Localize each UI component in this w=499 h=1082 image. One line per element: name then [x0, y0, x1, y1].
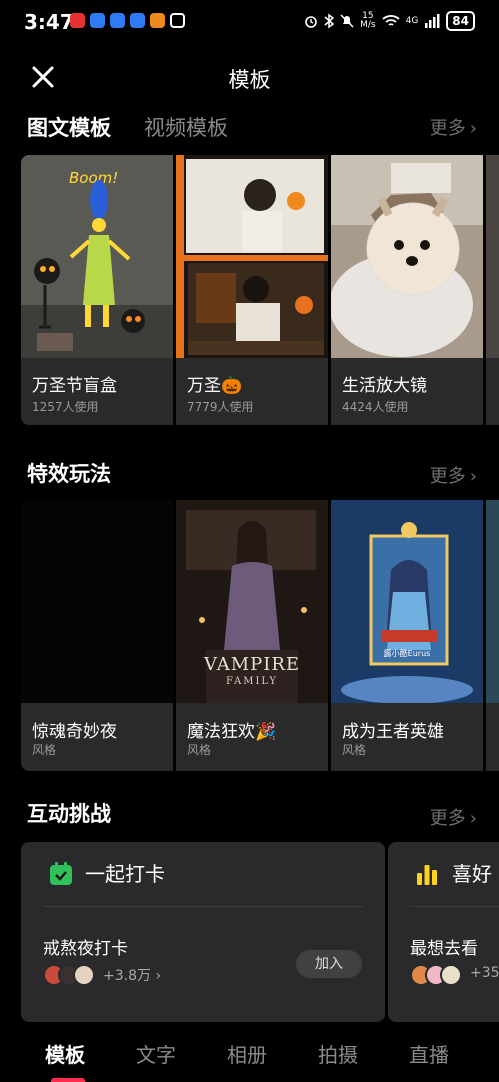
bar-chart-icon [417, 865, 437, 885]
count-value: +3.8万 [103, 968, 151, 984]
calendar-check-icon [50, 862, 72, 885]
more-label: 更多 [429, 118, 466, 139]
active-tab-indicator [51, 1078, 85, 1082]
battery-indicator: 84 [446, 11, 475, 31]
more-templates-link[interactable]: 更多 › [430, 114, 477, 140]
template-card[interactable]: Boom! 万圣节盲盒 1257人使用 [21, 155, 173, 425]
template-thumbnail [331, 155, 483, 358]
speed-unit: M/s [360, 20, 376, 30]
join-button[interactable]: 加入 [296, 950, 362, 978]
participant-count[interactable]: +3.8万 › [103, 965, 161, 985]
divider [43, 906, 363, 907]
hero-card-image [331, 500, 483, 703]
effect-tag: 风格 [187, 743, 212, 757]
effects-section-title: 特效玩法 [27, 462, 111, 486]
poster-subtitle: FAMILY [225, 676, 279, 687]
nfc-icon [170, 13, 185, 28]
app-notification-icon [90, 13, 105, 28]
more-challenges-link[interactable]: 更多 › [430, 804, 477, 830]
template-card-partial[interactable] [486, 155, 499, 425]
poster-title: VAMPIRE [203, 654, 301, 675]
tab-video-templates[interactable]: 视频模板 [144, 112, 228, 142]
nav-bar: 模板 [0, 52, 499, 102]
status-indicators: 15 M/s 4G 84 [304, 11, 475, 31]
challenge-title: 戒熬夜打卡 [43, 939, 128, 959]
halloween-figure-image: Boom! [21, 155, 173, 358]
bottom-tab-album[interactable]: 相册 [227, 1039, 267, 1068]
app-notification-icon [150, 13, 165, 28]
chevron-right-icon: › [469, 466, 477, 487]
bottom-tab-shoot[interactable]: 拍摄 [318, 1039, 358, 1068]
template-usage: 1257人使用 [32, 400, 99, 414]
template-tabs: 图文模板 视频模板 更多 › [0, 108, 499, 148]
effects-card-row: 惊魂奇妙夜 风格 VAMPIRE FAMILY 魔法狂欢🎉 风格 露小酷Euru… [21, 500, 499, 771]
effect-tag: 风格 [32, 743, 57, 757]
effect-card-partial[interactable] [486, 500, 499, 771]
template-card-row: Boom! 万圣节盲盒 1257人使用 万圣🎃 7779人使用 生活放大镜 44… [21, 155, 499, 425]
template-card[interactable]: 生活放大镜 4424人使用 [331, 155, 483, 425]
tab-image-templates[interactable]: 图文模板 [27, 112, 111, 142]
app-notification-icon [70, 13, 85, 28]
template-thumbnail [486, 155, 499, 358]
chevron-right-icon: › [469, 118, 477, 139]
challenge-category: 一起打卡 [85, 862, 165, 886]
challenge-title: 最想去看 [410, 939, 478, 959]
template-card[interactable]: 万圣🎃 7779人使用 [176, 155, 328, 425]
effect-thumbnail [21, 500, 173, 703]
app-notification-icon [110, 13, 125, 28]
effect-title: 惊魂奇妙夜 [32, 722, 117, 742]
template-thumbnail [176, 155, 328, 358]
participant-avatars [410, 964, 462, 986]
effect-tag: 风格 [342, 743, 367, 757]
challenge-card[interactable]: 一起打卡 戒熬夜打卡 +3.8万 › 加入 [21, 842, 385, 1022]
participant-avatars [43, 964, 95, 986]
effect-thumbnail: VAMPIRE FAMILY [176, 500, 328, 703]
mute-icon [340, 14, 354, 28]
divider [410, 906, 499, 907]
bluetooth-icon [324, 13, 335, 29]
effect-card[interactable]: VAMPIRE FAMILY 魔法狂欢🎉 风格 [176, 500, 328, 771]
network-type: 4G [405, 16, 419, 26]
template-usage: 7779人使用 [187, 400, 254, 414]
bottom-tab-text[interactable]: 文字 [136, 1039, 176, 1068]
status-time: 3:47 [24, 10, 74, 34]
effect-thumbnail [486, 500, 499, 703]
template-title: 万圣🎃 [187, 376, 243, 396]
notification-icons [70, 13, 185, 28]
alarm-icon [305, 16, 317, 28]
bottom-tab-templates[interactable]: 模板 [45, 1039, 85, 1068]
effect-thumbnail: 露小酷Eurus [331, 500, 483, 703]
hero-name-badge: 露小酷Eurus [383, 649, 431, 658]
chevron-right-icon: › [469, 808, 477, 829]
signal-icon [425, 14, 440, 28]
effect-title: 成为王者英雄 [342, 722, 444, 742]
template-thumbnail: Boom! [21, 155, 173, 358]
effect-card[interactable]: 露小酷Eurus 成为王者英雄 风格 [331, 500, 483, 771]
more-label: 更多 [429, 466, 466, 487]
chevron-right-icon: › [155, 968, 162, 984]
template-title: 生活放大镜 [342, 376, 427, 396]
bottom-nav: 模板 文字 相册 拍摄 直播 [0, 1022, 499, 1082]
dog-magnifier-image [331, 155, 483, 358]
wifi-icon [381, 15, 400, 26]
avatar [440, 964, 462, 986]
page-title: 模板 [228, 68, 271, 92]
more-label: 更多 [429, 808, 466, 829]
effect-card[interactable]: 惊魂奇妙夜 风格 [21, 500, 173, 771]
challenge-category: 喜好 [452, 862, 492, 886]
template-title: 万圣节盲盒 [32, 376, 117, 396]
app-notification-icon [130, 13, 145, 28]
bottom-tab-live[interactable]: 直播 [409, 1039, 449, 1068]
network-speed: 15 M/s [360, 12, 376, 30]
challenge-card-partial[interactable]: 喜好 最想去看 +35 [388, 842, 499, 1022]
status-bar: 3:47 15 M/s 4G 84 [0, 0, 499, 44]
challenges-section-title: 互动挑战 [27, 802, 111, 826]
more-effects-link[interactable]: 更多 › [430, 462, 477, 488]
effect-title: 魔法狂欢🎉 [187, 722, 277, 742]
halloween-collage-image [176, 155, 328, 358]
template-usage: 4424人使用 [342, 400, 409, 414]
avatar [73, 964, 95, 986]
participant-count[interactable]: +35 [470, 965, 499, 981]
